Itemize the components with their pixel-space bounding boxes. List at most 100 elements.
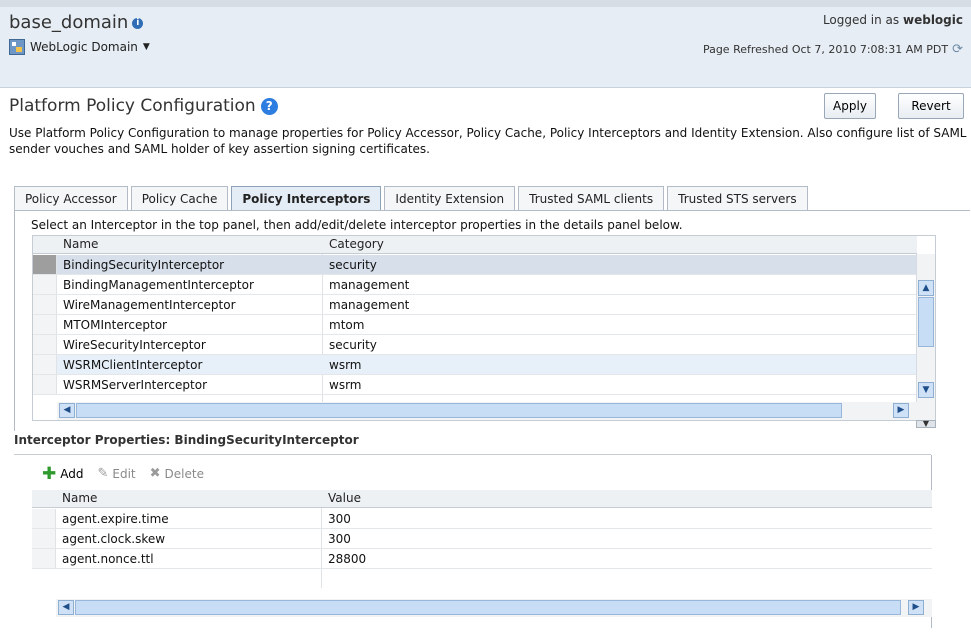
refresh-icon[interactable]: ⟳ bbox=[952, 42, 963, 57]
add-icon: ✚ bbox=[42, 463, 57, 484]
table-row[interactable]: WireSecurityInterceptor security bbox=[33, 335, 917, 355]
row-selector[interactable] bbox=[33, 315, 57, 334]
interceptor-category: management bbox=[329, 298, 410, 312]
row-selector[interactable] bbox=[32, 509, 56, 528]
property-value: 300 bbox=[328, 532, 351, 546]
row-selector[interactable] bbox=[32, 529, 56, 548]
property-name: agent.expire.time bbox=[62, 512, 169, 526]
table-row[interactable]: WSRMServerInterceptor wsrm bbox=[33, 375, 917, 395]
row-selector[interactable] bbox=[33, 375, 57, 394]
interceptor-category: security bbox=[329, 338, 377, 352]
interceptor-name: WSRMClientInterceptor bbox=[63, 358, 203, 372]
logged-in-prefix: Logged in as bbox=[822, 13, 900, 27]
add-label: Add bbox=[60, 466, 84, 481]
scroll-thumb[interactable] bbox=[918, 297, 934, 347]
row-header-corner bbox=[32, 490, 56, 508]
column-header-name[interactable]: Name bbox=[56, 490, 322, 508]
edit-pencil-icon: ✎ bbox=[97, 466, 109, 481]
page-refreshed: Page Refreshed Oct 7, 2010 7:08:31 AM PD… bbox=[703, 42, 963, 57]
tab-policy-interceptors[interactable]: Policy Interceptors bbox=[231, 186, 382, 211]
horizontal-scrollbar[interactable]: ◀ ▶ bbox=[57, 402, 935, 420]
interceptor-name: MTOMInterceptor bbox=[63, 318, 167, 332]
edit-button[interactable]: ✎ Edit bbox=[97, 466, 135, 481]
scroll-left-button[interactable]: ◀ bbox=[58, 600, 74, 615]
table-row[interactable]: WSRMClientInterceptor wsrm bbox=[33, 355, 917, 375]
column-header-value[interactable]: Value bbox=[322, 490, 932, 508]
table-row[interactable]: agent.nonce.ttl 28800 bbox=[32, 549, 932, 569]
scroll-thumb[interactable] bbox=[76, 403, 842, 418]
chevron-down-icon: ▼ bbox=[142, 42, 150, 52]
page-title: Platform Policy Configuration? bbox=[9, 96, 278, 116]
top-strip bbox=[0, 0, 971, 7]
weblogic-domain-menu[interactable]: WebLogic Domain ▼ bbox=[9, 39, 150, 55]
logged-in-user[interactable]: weblogic bbox=[903, 13, 963, 27]
logged-in-status: Logged in as weblogic bbox=[823, 13, 963, 27]
page-description: Use Platform Policy Configuration to man… bbox=[9, 126, 967, 156]
interceptor-category: management bbox=[329, 278, 410, 292]
scroll-down-button[interactable]: ▼ bbox=[918, 382, 934, 398]
domain-title-text: base_domain bbox=[9, 12, 129, 33]
column-header-name[interactable]: Name bbox=[57, 236, 323, 254]
scroll-up-button[interactable]: ▲ bbox=[918, 280, 934, 296]
weblogic-domain-icon bbox=[9, 39, 25, 55]
interceptor-name: BindingManagementInterceptor bbox=[63, 278, 254, 292]
interceptor-category: mtom bbox=[329, 318, 365, 332]
domain-title: base_domain i bbox=[9, 12, 144, 33]
table-row[interactable]: BindingSecurityInterceptor security bbox=[33, 255, 917, 275]
table-row[interactable]: BindingManagementInterceptor management bbox=[33, 275, 917, 295]
row-selector[interactable] bbox=[33, 295, 57, 314]
interceptors-table: Name Category BindingSecurityInterceptor… bbox=[32, 235, 936, 421]
details-panel-title: Interceptor Properties: BindingSecurityI… bbox=[14, 433, 359, 447]
row-selector[interactable] bbox=[33, 255, 57, 274]
interceptor-name: WireManagementInterceptor bbox=[63, 298, 236, 312]
property-name: agent.nonce.ttl bbox=[62, 552, 154, 566]
scroll-thumb[interactable] bbox=[75, 600, 901, 615]
table-row[interactable]: WireManagementInterceptor management bbox=[33, 295, 917, 315]
tab-trusted-sts-servers[interactable]: Trusted STS servers bbox=[667, 186, 808, 211]
interceptor-name: BindingSecurityInterceptor bbox=[63, 258, 225, 272]
interceptor-category: wsrm bbox=[329, 378, 362, 392]
column-header-category[interactable]: Category bbox=[323, 236, 917, 254]
table-row[interactable]: agent.clock.skew 300 bbox=[32, 529, 932, 549]
interceptor-name: WireSecurityInterceptor bbox=[63, 338, 206, 352]
row-selector[interactable] bbox=[32, 549, 56, 568]
delete-x-icon: ✖ bbox=[149, 466, 161, 481]
help-icon[interactable]: ? bbox=[260, 97, 278, 115]
delete-label: Delete bbox=[164, 466, 204, 481]
tab-trusted-saml-clients[interactable]: Trusted SAML clients bbox=[518, 186, 665, 211]
row-header-corner bbox=[33, 236, 57, 254]
tab-identity-extension[interactable]: Identity Extension bbox=[384, 186, 516, 211]
vertical-scrollbar[interactable]: ▲ ▼ bbox=[916, 254, 935, 402]
interceptor-name: WSRMServerInterceptor bbox=[63, 378, 208, 392]
edit-label: Edit bbox=[112, 466, 136, 481]
scroll-right-button[interactable]: ▶ bbox=[908, 600, 924, 615]
interceptor-instruction: Select an Interceptor in the top panel, … bbox=[31, 218, 683, 232]
apply-button[interactable]: Apply bbox=[824, 93, 876, 119]
tab-bar: Policy Accessor Policy Cache Policy Inte… bbox=[14, 186, 811, 211]
property-name: agent.clock.skew bbox=[62, 532, 166, 546]
table-row[interactable]: MTOMInterceptor mtom bbox=[33, 315, 917, 335]
horizontal-scrollbar[interactable]: ◀ ▶ bbox=[56, 599, 932, 617]
tab-policy-cache[interactable]: Policy Cache bbox=[130, 186, 229, 211]
interceptor-category: security bbox=[329, 258, 377, 272]
info-icon[interactable]: i bbox=[132, 17, 144, 29]
scroll-left-button[interactable]: ◀ bbox=[59, 403, 75, 418]
property-value: 28800 bbox=[328, 552, 367, 566]
row-selector[interactable] bbox=[33, 335, 57, 354]
row-selector[interactable] bbox=[33, 275, 57, 294]
property-value: 300 bbox=[328, 512, 351, 526]
row-selector[interactable] bbox=[33, 355, 57, 374]
add-button[interactable]: ✚ Add bbox=[42, 463, 84, 484]
properties-table: Name Value agent.expire.time 300 agent.c… bbox=[32, 490, 932, 617]
revert-button[interactable]: Revert bbox=[898, 93, 964, 119]
scroll-right-button[interactable]: ▶ bbox=[893, 403, 909, 418]
interceptor-category: wsrm bbox=[329, 358, 362, 372]
delete-button[interactable]: ✖ Delete bbox=[150, 466, 204, 481]
weblogic-domain-menu-label: WebLogic Domain bbox=[30, 40, 138, 54]
page-refreshed-text: Page Refreshed Oct 7, 2010 7:08:31 AM PD… bbox=[702, 43, 949, 56]
splitter-collapse-icon[interactable]: ▼ bbox=[916, 420, 936, 428]
table-row[interactable]: agent.expire.time 300 bbox=[32, 509, 932, 529]
page-title-text: Platform Policy Configuration bbox=[9, 96, 256, 116]
tab-policy-accessor[interactable]: Policy Accessor bbox=[14, 186, 128, 211]
details-toolbar: ✚ Add ✎ Edit ✖ Delete bbox=[42, 463, 204, 484]
